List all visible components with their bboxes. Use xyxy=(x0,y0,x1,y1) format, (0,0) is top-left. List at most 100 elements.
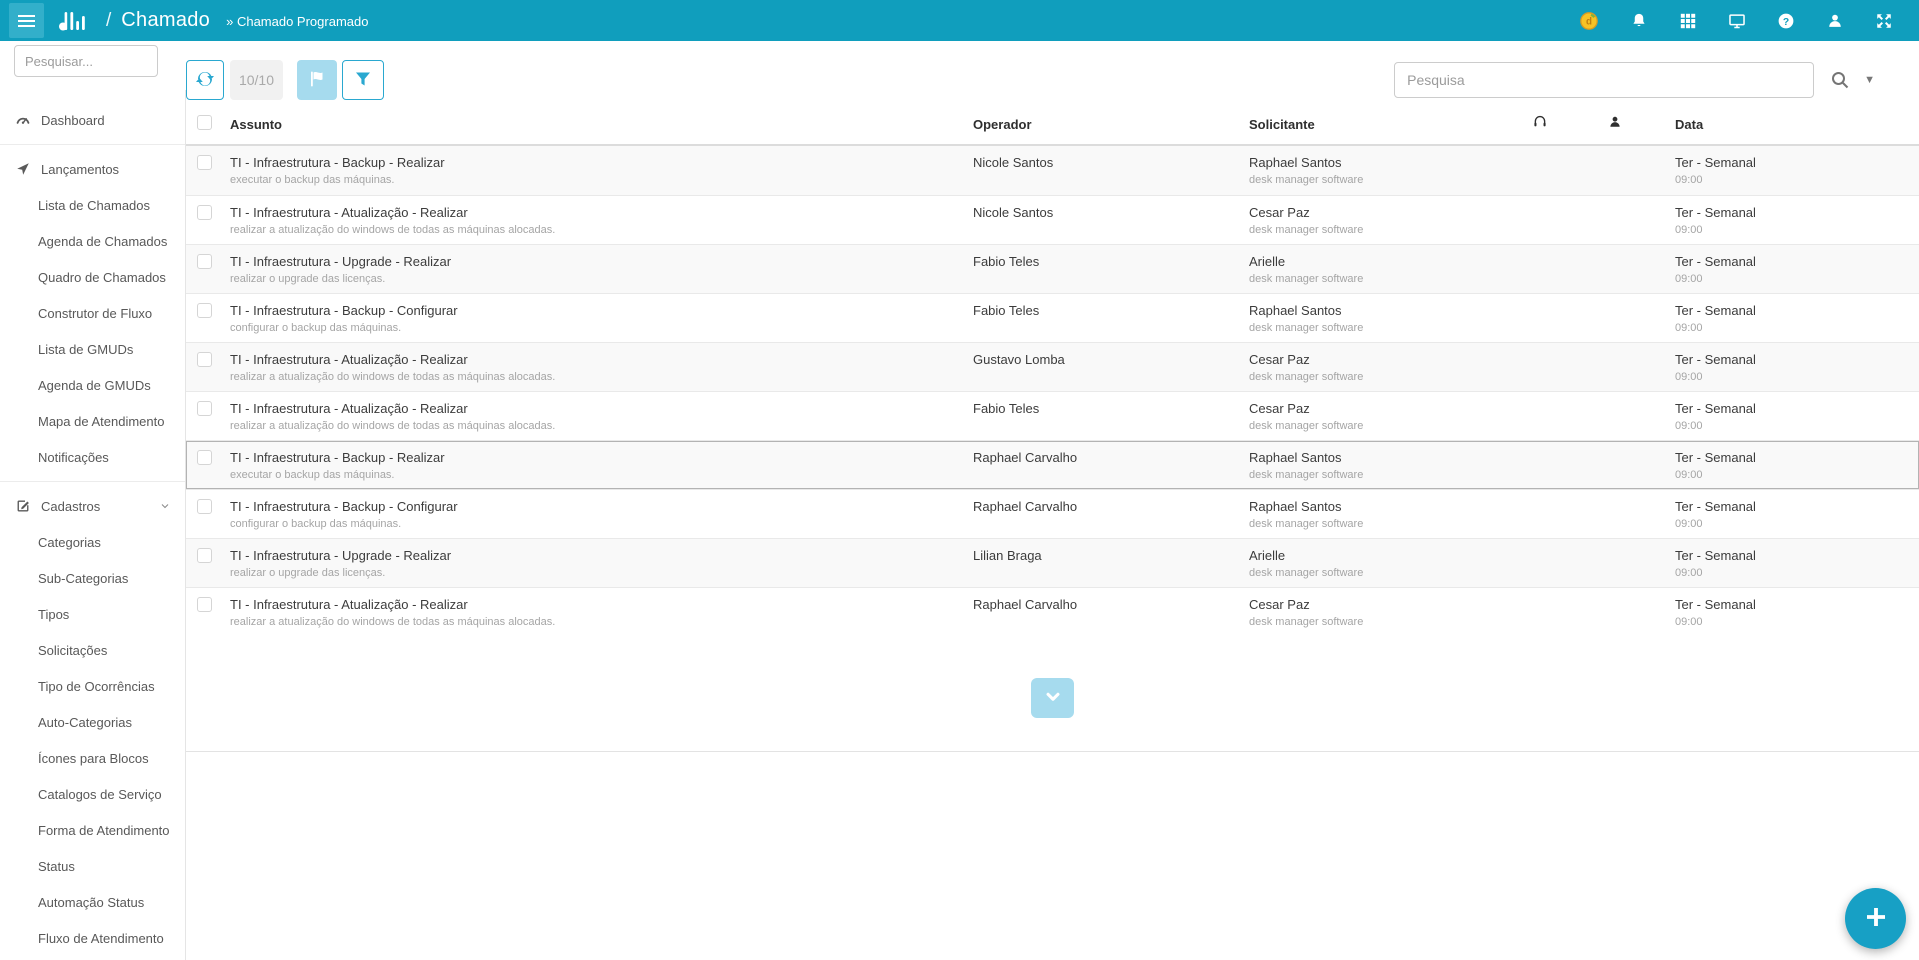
sidebar-item-automacao-status[interactable]: Automação Status xyxy=(0,884,185,920)
hamburger-menu-button[interactable] xyxy=(9,3,44,38)
operador-cell: Nicole Santos xyxy=(973,146,1249,171)
sidebar-item-label: Sub-Categorias xyxy=(38,571,128,586)
help-icon[interactable]: ? xyxy=(1776,11,1795,30)
monitor-icon[interactable] xyxy=(1727,11,1746,30)
row-checkbox[interactable] xyxy=(197,499,212,514)
table-row[interactable]: TI - Infraestrutura - Upgrade - Realizar… xyxy=(186,538,1919,587)
search-icon[interactable] xyxy=(1830,70,1850,90)
apps-grid-icon[interactable] xyxy=(1678,11,1697,30)
sidebar-item-status[interactable]: Status xyxy=(0,848,185,884)
table-row[interactable]: TI - Infraestrutura - Backup - Realizare… xyxy=(186,440,1919,489)
row-checkbox[interactable] xyxy=(197,303,212,318)
sidebar-item-fluxo-de-atendimento[interactable]: Fluxo de Atendimento xyxy=(0,920,185,956)
table-row[interactable]: TI - Infraestrutura - Atualização - Real… xyxy=(186,342,1919,391)
solicitante-organizacao: desk manager software xyxy=(1249,224,1532,236)
data-cell: Ter - Semanal09:00 xyxy=(1675,441,1919,481)
assunto-cell: TI - Infraestrutura - Upgrade - Realizar… xyxy=(230,539,973,579)
assunto-title: TI - Infraestrutura - Atualização - Real… xyxy=(230,351,973,368)
load-more-button[interactable] xyxy=(1031,678,1074,718)
sidebar-item-lista-de-gmuds[interactable]: Lista de GMUDs xyxy=(0,331,185,367)
user-icon[interactable] xyxy=(1825,11,1844,30)
table-row[interactable]: TI - Infraestrutura - Atualização - Real… xyxy=(186,391,1919,440)
row-checkbox[interactable] xyxy=(197,254,212,269)
column-header-data[interactable]: Data xyxy=(1675,117,1919,132)
sidebar-item-label: Fluxo de Atendimento xyxy=(38,931,164,946)
sidebar-item-solicitacoes[interactable]: Solicitações xyxy=(0,632,185,668)
search-options-caret-icon[interactable]: ▼ xyxy=(1864,74,1875,86)
main-search-input[interactable] xyxy=(1394,62,1814,98)
table-row[interactable]: TI - Infraestrutura - Backup - Configura… xyxy=(186,489,1919,538)
record-count-badge[interactable]: 10/10 xyxy=(230,60,283,100)
table-body: TI - Infraestrutura - Backup - Realizare… xyxy=(186,146,1919,636)
table-row[interactable]: TI - Infraestrutura - Upgrade - Realizar… xyxy=(186,244,1919,293)
sidebar-item-notificacoes[interactable]: Notificações xyxy=(0,439,185,475)
row-checkbox-cell xyxy=(186,392,230,421)
row-checkbox[interactable] xyxy=(197,597,212,612)
sidebar-item-causas[interactable]: Causas xyxy=(0,956,185,960)
row-checkbox[interactable] xyxy=(197,205,212,220)
sidebar-item-auto-categorias[interactable]: Auto-Categorias xyxy=(0,704,185,740)
row-checkbox[interactable] xyxy=(197,450,212,465)
assunto-descricao: realizar a atualização do windows de tod… xyxy=(230,224,973,236)
bell-icon[interactable] xyxy=(1629,11,1648,30)
solicitante-cell: Cesar Pazdesk manager software xyxy=(1249,196,1532,236)
sidebar-item-tipo-de-ocorrencias[interactable]: Tipo de Ocorrências xyxy=(0,668,185,704)
person-cell xyxy=(1607,294,1675,302)
sidebar-item-lista-de-chamados[interactable]: Lista de Chamados xyxy=(0,187,185,223)
column-header-assunto[interactable]: Assunto xyxy=(230,117,973,132)
assunto-title: TI - Infraestrutura - Atualização - Real… xyxy=(230,400,973,417)
row-checkbox-cell xyxy=(186,441,230,470)
filter-icon xyxy=(353,69,373,92)
solicitante-organizacao: desk manager software xyxy=(1249,469,1532,481)
data-recorrencia: Ter - Semanal xyxy=(1675,596,1919,613)
select-all-checkbox[interactable] xyxy=(197,115,212,130)
table-row[interactable]: TI - Infraestrutura - Backup - Realizare… xyxy=(186,146,1919,195)
table-row[interactable]: TI - Infraestrutura - Atualização - Real… xyxy=(186,195,1919,244)
sidebar-search-input[interactable] xyxy=(14,45,158,77)
coin-icon[interactable]: d xyxy=(1578,10,1599,31)
sidebar-item-label: Tipo de Ocorrências xyxy=(38,679,155,694)
send-icon xyxy=(15,161,32,178)
column-header-solicitante[interactable]: Solicitante xyxy=(1249,117,1532,132)
headset-cell xyxy=(1532,441,1607,449)
person-cell xyxy=(1607,196,1675,204)
data-hora: 09:00 xyxy=(1675,616,1919,628)
sidebar-item-sub-categorias[interactable]: Sub-Categorias xyxy=(0,560,185,596)
filter-button[interactable] xyxy=(342,60,384,100)
expand-icon[interactable] xyxy=(1874,11,1893,30)
sidebar-item-agenda-de-chamados[interactable]: Agenda de Chamados xyxy=(0,223,185,259)
sidebar-item-categorias[interactable]: Categorias xyxy=(0,524,185,560)
table-row[interactable]: TI - Infraestrutura - Atualização - Real… xyxy=(186,587,1919,636)
sidebar-item-construtor-de-fluxo[interactable]: Construtor de Fluxo xyxy=(0,295,185,331)
operador-name: Nicole Santos xyxy=(973,154,1249,171)
sidebar-item-icones-para-blocos[interactable]: Ícones para Blocos xyxy=(0,740,185,776)
sidebar-item-catalogos-de-servico[interactable]: Catalogos de Serviço xyxy=(0,776,185,812)
sidebar-item-dashboard[interactable]: Dashboard xyxy=(0,102,185,138)
solicitante-organizacao: desk manager software xyxy=(1249,322,1532,334)
sidebar-item-agenda-de-gmuds[interactable]: Agenda de GMUDs xyxy=(0,367,185,403)
person-cell xyxy=(1607,588,1675,596)
add-ticket-button[interactable] xyxy=(1845,888,1906,949)
sidebar-item-tipos[interactable]: Tipos xyxy=(0,596,185,632)
row-checkbox[interactable] xyxy=(197,352,212,367)
row-checkbox[interactable] xyxy=(197,155,212,170)
data-recorrencia: Ter - Semanal xyxy=(1675,204,1919,221)
row-checkbox[interactable] xyxy=(197,548,212,563)
data-hora: 09:00 xyxy=(1675,567,1919,579)
refresh-button[interactable] xyxy=(186,60,224,100)
app-logo-icon[interactable] xyxy=(58,10,92,32)
row-checkbox[interactable] xyxy=(197,401,212,416)
column-header-operador[interactable]: Operador xyxy=(973,117,1249,132)
sidebar-item-label: Cadastros xyxy=(41,499,100,514)
sidebar-item-quadro-de-chamados[interactable]: Quadro de Chamados xyxy=(0,259,185,295)
sidebar-item-cadastros[interactable]: Cadastros xyxy=(0,488,185,524)
assunto-title: TI - Infraestrutura - Upgrade - Realizar xyxy=(230,547,973,564)
flag-button[interactable] xyxy=(297,60,337,100)
sidebar-item-forma-de-atendimento[interactable]: Forma de Atendimento xyxy=(0,812,185,848)
table-row[interactable]: TI - Infraestrutura - Backup - Configura… xyxy=(186,293,1919,342)
sidebar-item-lancamentos[interactable]: Lançamentos xyxy=(0,151,185,187)
sidebar-item-mapa-de-atendimento[interactable]: Mapa de Atendimento xyxy=(0,403,185,439)
data-hora: 09:00 xyxy=(1675,518,1919,530)
plus-icon xyxy=(1864,905,1888,932)
operador-name: Fabio Teles xyxy=(973,400,1249,417)
